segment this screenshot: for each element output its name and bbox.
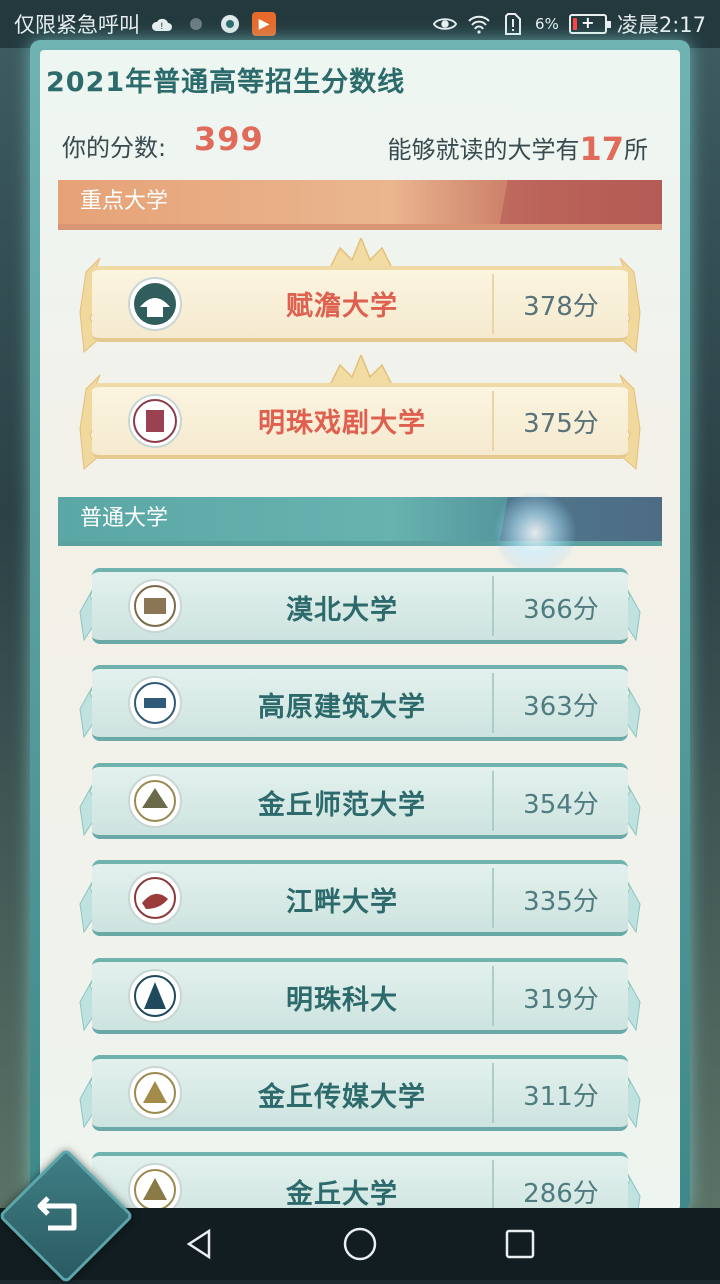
- eye-icon: [433, 12, 458, 36]
- university-card-normal[interactable]: 明珠科大 319分: [79, 958, 641, 1034]
- glow-sparkle: [494, 492, 576, 574]
- university-name: 漠北大学: [286, 595, 398, 626]
- recents-square-icon[interactable]: [498, 1222, 542, 1266]
- app-icon: [218, 12, 242, 36]
- university-emblem-icon: [128, 969, 182, 1023]
- university-score: 335分: [523, 887, 599, 917]
- university-name: 金丘大学: [286, 1179, 398, 1210]
- university-emblem-icon: [128, 676, 182, 730]
- return-arrow-icon[interactable]: [36, 1188, 86, 1238]
- university-score: 366分: [523, 595, 599, 625]
- university-emblem-icon: [128, 774, 182, 828]
- university-name: 赋澹大学: [286, 291, 398, 322]
- dot-icon: [184, 12, 208, 36]
- university-score: 319分: [523, 985, 599, 1015]
- home-circle-icon[interactable]: [338, 1222, 382, 1266]
- cloud-icon: !: [150, 12, 174, 36]
- svg-text:!: !: [160, 22, 164, 32]
- university-card-key[interactable]: 赋澹大学 378分: [79, 238, 641, 354]
- university-name: 明珠科大: [286, 985, 398, 1016]
- score-label: 你的分数:: [62, 134, 167, 162]
- clock: 凌晨2:17: [616, 13, 706, 37]
- university-emblem-icon: [128, 871, 182, 925]
- university-score: 378分: [523, 292, 599, 322]
- section-header-key: 重点大学: [58, 180, 662, 224]
- university-card-normal[interactable]: 高原建筑大学 363分: [79, 665, 641, 741]
- university-emblem-icon: [128, 277, 182, 331]
- section-divider-key: [58, 224, 662, 230]
- wifi-icon: [467, 12, 491, 36]
- university-name: 明珠戏剧大学: [258, 408, 426, 439]
- attend-count: 17: [579, 130, 624, 168]
- university-score: 311分: [523, 1082, 599, 1112]
- university-emblem-icon: [128, 394, 182, 448]
- battery-charging-icon: +: [568, 13, 611, 34]
- section-title-normal: 普通大学: [80, 506, 169, 531]
- section-title-key: 重点大学: [80, 189, 169, 214]
- university-name: 金丘传媒大学: [258, 1082, 426, 1113]
- back-triangle-icon[interactable]: [178, 1222, 222, 1266]
- carrier-text: 仅限紧急呼叫: [14, 13, 140, 37]
- university-card-normal[interactable]: 江畔大学 335分: [79, 860, 641, 936]
- score-row: 你的分数: 399 能够就读的大学有17所: [62, 120, 648, 168]
- university-card-normal[interactable]: 漠北大学 366分: [79, 568, 641, 644]
- university-card-normal[interactable]: 金丘传媒大学 311分: [79, 1055, 641, 1131]
- attend-count-text: 能够就读的大学有17所: [387, 128, 648, 168]
- university-card-key[interactable]: 明珠戏剧大学 375分: [79, 355, 641, 471]
- university-name: 金丘师范大学: [258, 790, 426, 821]
- score-value: 399: [194, 120, 264, 158]
- attend-suffix: 所: [624, 136, 648, 164]
- university-score: 354分: [523, 790, 599, 820]
- university-emblem-icon: [128, 579, 182, 633]
- university-score: 375分: [523, 409, 599, 439]
- page-title: 2021年普通高等招生分数线: [46, 67, 406, 98]
- university-score: 363分: [523, 692, 599, 722]
- sim-alert-icon: [501, 12, 525, 36]
- university-name: 江畔大学: [286, 887, 398, 918]
- university-card-normal[interactable]: 金丘师范大学 354分: [79, 763, 641, 839]
- university-score: 286分: [523, 1179, 599, 1209]
- university-name: 高原建筑大学: [258, 692, 426, 723]
- attend-prefix: 能够就读的大学有: [387, 136, 580, 164]
- university-emblem-icon: [128, 1066, 182, 1120]
- video-app-icon: ▶: [252, 12, 276, 36]
- battery-percent: 6%: [535, 15, 559, 33]
